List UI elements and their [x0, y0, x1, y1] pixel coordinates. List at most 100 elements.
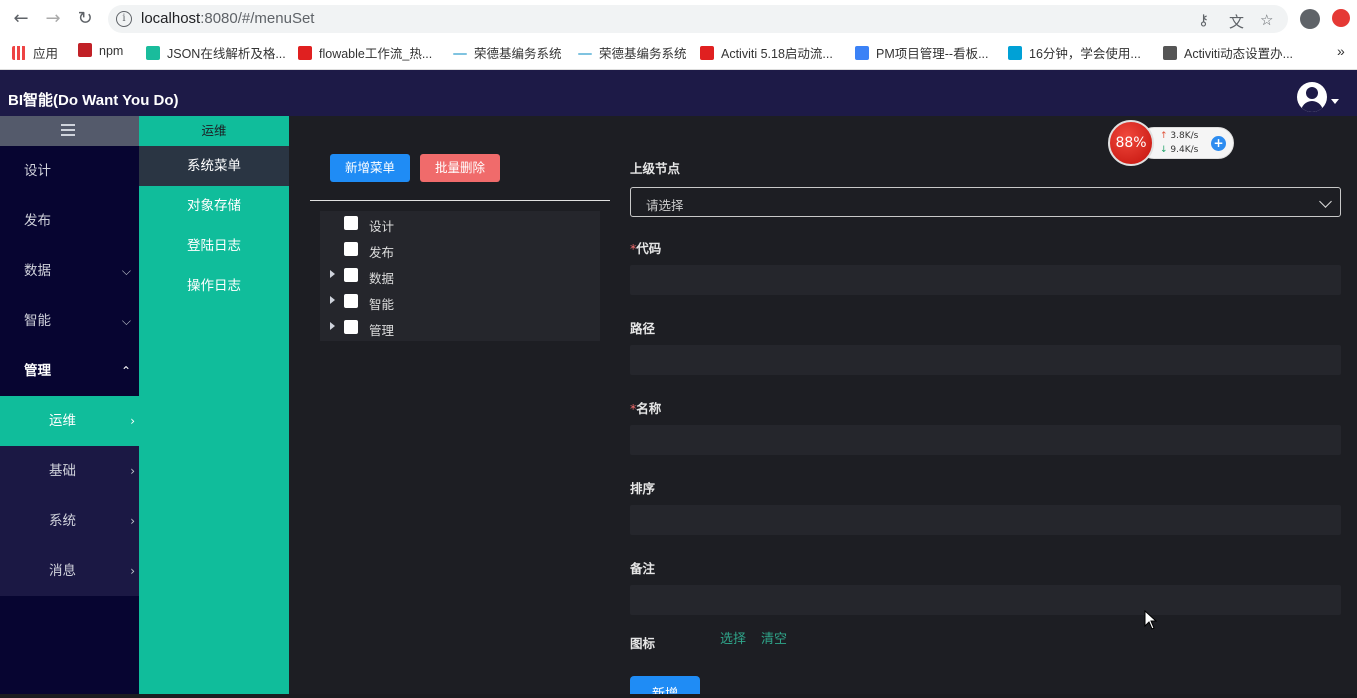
caret-right-icon[interactable]: [330, 296, 335, 304]
tree-node[interactable]: 管理: [320, 315, 600, 341]
collapse-menu-button[interactable]: [0, 116, 139, 146]
bookmark-icon: [578, 53, 592, 55]
add-menu-button[interactable]: 新增菜单: [330, 154, 410, 182]
menu-tree: 设计 发布 数据 智能 管理: [320, 211, 600, 341]
tree-node[interactable]: 数据: [320, 263, 600, 289]
memory-usage-ball[interactable]: 88%: [1108, 120, 1154, 166]
menu-item-label: 设计: [24, 163, 51, 179]
left-menu: 设计 发布 数据 ⌵ 智能 ⌵ 管理 ⌃ 运维 › 基础 › 系统 › 消息 ›: [0, 116, 139, 698]
download-speed-value: 9.4K/s: [1170, 145, 1199, 155]
bookmark-item[interactable]: npm: [78, 43, 123, 61]
code-input[interactable]: [630, 265, 1341, 295]
menu-item-design[interactable]: 设计: [0, 146, 139, 196]
chevron-right-icon: ›: [130, 514, 135, 528]
reload-icon[interactable]: ↻: [74, 8, 96, 30]
sort-input[interactable]: [630, 505, 1341, 535]
main-content: 新增菜单 批量删除 设计 发布 数据 智能 管理 上级节点 请选择 *代码 路径…: [289, 116, 1357, 698]
caret-down-icon[interactable]: [1331, 99, 1339, 104]
profile-icon[interactable]: [1300, 9, 1320, 29]
icon-clear-link[interactable]: 清空: [761, 628, 787, 647]
tree-node-checkbox[interactable]: [344, 242, 358, 256]
bookmark-item[interactable]: Activiti动态设置办...: [1163, 43, 1293, 61]
parent-node-select[interactable]: 请选择: [630, 187, 1341, 217]
address-bar[interactable]: i localhost:8080/#/menuSet ⚷ 文 ☆: [108, 5, 1288, 33]
submenu-item-message[interactable]: 消息 ›: [0, 546, 139, 596]
submenu-item-label: 运维: [49, 413, 76, 429]
second-menu: 运维 系统菜单 对象存储 登陆日志 操作日志: [139, 116, 289, 698]
activiti-icon: [1163, 46, 1177, 60]
select-placeholder: 请选择: [646, 198, 684, 213]
forward-icon[interactable]: →: [42, 8, 64, 30]
app-header: BI智能(Do Want You Do): [0, 70, 1357, 116]
second-menu-item-login-log[interactable]: 登陆日志: [139, 226, 289, 266]
avatar-head: [1306, 87, 1318, 99]
menu-item-data[interactable]: 数据 ⌵: [0, 246, 139, 296]
tree-node[interactable]: 智能: [320, 289, 600, 315]
url-text[interactable]: localhost:8080/#/menuSet: [141, 10, 314, 27]
key-icon[interactable]: ⚷: [1198, 11, 1209, 29]
caret-right-icon[interactable]: [330, 270, 335, 278]
bookmark-item[interactable]: 荣德基编务系统: [578, 43, 687, 61]
menu-item-publish[interactable]: 发布: [0, 196, 139, 246]
caret-right-icon[interactable]: [330, 322, 335, 330]
more-bookmarks-icon[interactable]: »: [1337, 43, 1345, 61]
sort-label: 排序: [630, 481, 656, 496]
tree-node[interactable]: 发布: [320, 237, 600, 263]
tree-node-checkbox[interactable]: [344, 268, 358, 282]
menu-item-label: 管理: [24, 363, 51, 379]
path-label: 路径: [630, 321, 656, 336]
bookmark-item[interactable]: 荣德基编务系统: [453, 43, 562, 61]
network-monitor-widget[interactable]: 88% ↑ 3.8K/s ↓ 9.4K/s +: [1108, 120, 1234, 166]
bookmark-apps[interactable]: 应用: [12, 43, 58, 61]
menu-item-intelligence[interactable]: 智能 ⌵: [0, 296, 139, 346]
code-label: *代码: [630, 238, 661, 257]
submenu-item-label: 系统: [49, 513, 76, 529]
csdn-icon: [298, 46, 312, 60]
chevron-up-icon: ⌃: [120, 364, 131, 378]
tree-node-checkbox[interactable]: [344, 320, 358, 334]
back-icon[interactable]: ←: [10, 8, 32, 30]
menu-item-manage[interactable]: 管理 ⌃: [0, 346, 139, 396]
path-input[interactable]: [630, 345, 1341, 375]
tree-node-checkbox[interactable]: [344, 294, 358, 308]
submenu-item-basic[interactable]: 基础 ›: [0, 446, 139, 496]
submenu-item-ops[interactable]: 运维 ›: [0, 396, 139, 446]
site-info-icon[interactable]: i: [116, 11, 132, 27]
bookmark-item[interactable]: JSON在线解析及格...: [146, 43, 286, 61]
plus-icon[interactable]: +: [1211, 136, 1226, 151]
upload-speed-value: 3.8K/s: [1170, 131, 1199, 141]
second-menu-item-operation-log[interactable]: 操作日志: [139, 266, 289, 306]
batch-delete-button[interactable]: 批量删除: [420, 154, 500, 182]
bilibili-icon: [1008, 46, 1022, 60]
manage-submenu: 运维 › 基础 › 系统 › 消息 ›: [0, 396, 139, 596]
bookmark-item[interactable]: PM项目管理--看板...: [855, 43, 989, 61]
menu-item-label: 发布: [24, 213, 51, 229]
tree-node-label: 发布: [369, 245, 395, 260]
bookmark-item[interactable]: flowable工作流_热...: [298, 43, 432, 61]
chevron-right-icon: ›: [130, 464, 135, 478]
browser-chrome: ← → ↻ i localhost:8080/#/menuSet ⚷ 文 ☆ 应…: [0, 0, 1357, 70]
translate-icon[interactable]: 文: [1229, 11, 1244, 32]
parent-node-label: 上级节点: [630, 161, 681, 176]
star-icon[interactable]: ☆: [1260, 11, 1273, 29]
bottom-strip: [0, 694, 1357, 698]
submenu-item-system[interactable]: 系统 ›: [0, 496, 139, 546]
second-menu-item-object-storage[interactable]: 对象存储: [139, 186, 289, 226]
remark-input[interactable]: [630, 585, 1341, 615]
browser-toolbar: ← → ↻ i localhost:8080/#/menuSet ⚷ 文 ☆: [0, 0, 1357, 38]
upload-speed: ↑ 3.8K/s: [1160, 131, 1198, 141]
extension-icon[interactable]: [1332, 9, 1350, 27]
tree-node-checkbox[interactable]: [344, 216, 358, 230]
name-input[interactable]: [630, 425, 1341, 455]
user-avatar[interactable]: [1297, 82, 1327, 112]
submenu-item-label: 消息: [49, 563, 76, 579]
tree-node[interactable]: 设计: [320, 211, 600, 237]
icon-select-link[interactable]: 选择: [720, 628, 746, 647]
bookmark-item[interactable]: 16分钟，学会使用...: [1008, 43, 1141, 61]
chevron-right-icon: ›: [130, 564, 135, 578]
bookmark-item[interactable]: Activiti 5.18启动流...: [700, 43, 833, 61]
second-menu-item-system-menu[interactable]: 系统菜单: [139, 146, 289, 186]
name-label: *名称: [630, 398, 661, 417]
tree-node-label: 管理: [369, 323, 395, 338]
chevron-right-icon: ›: [130, 414, 135, 428]
